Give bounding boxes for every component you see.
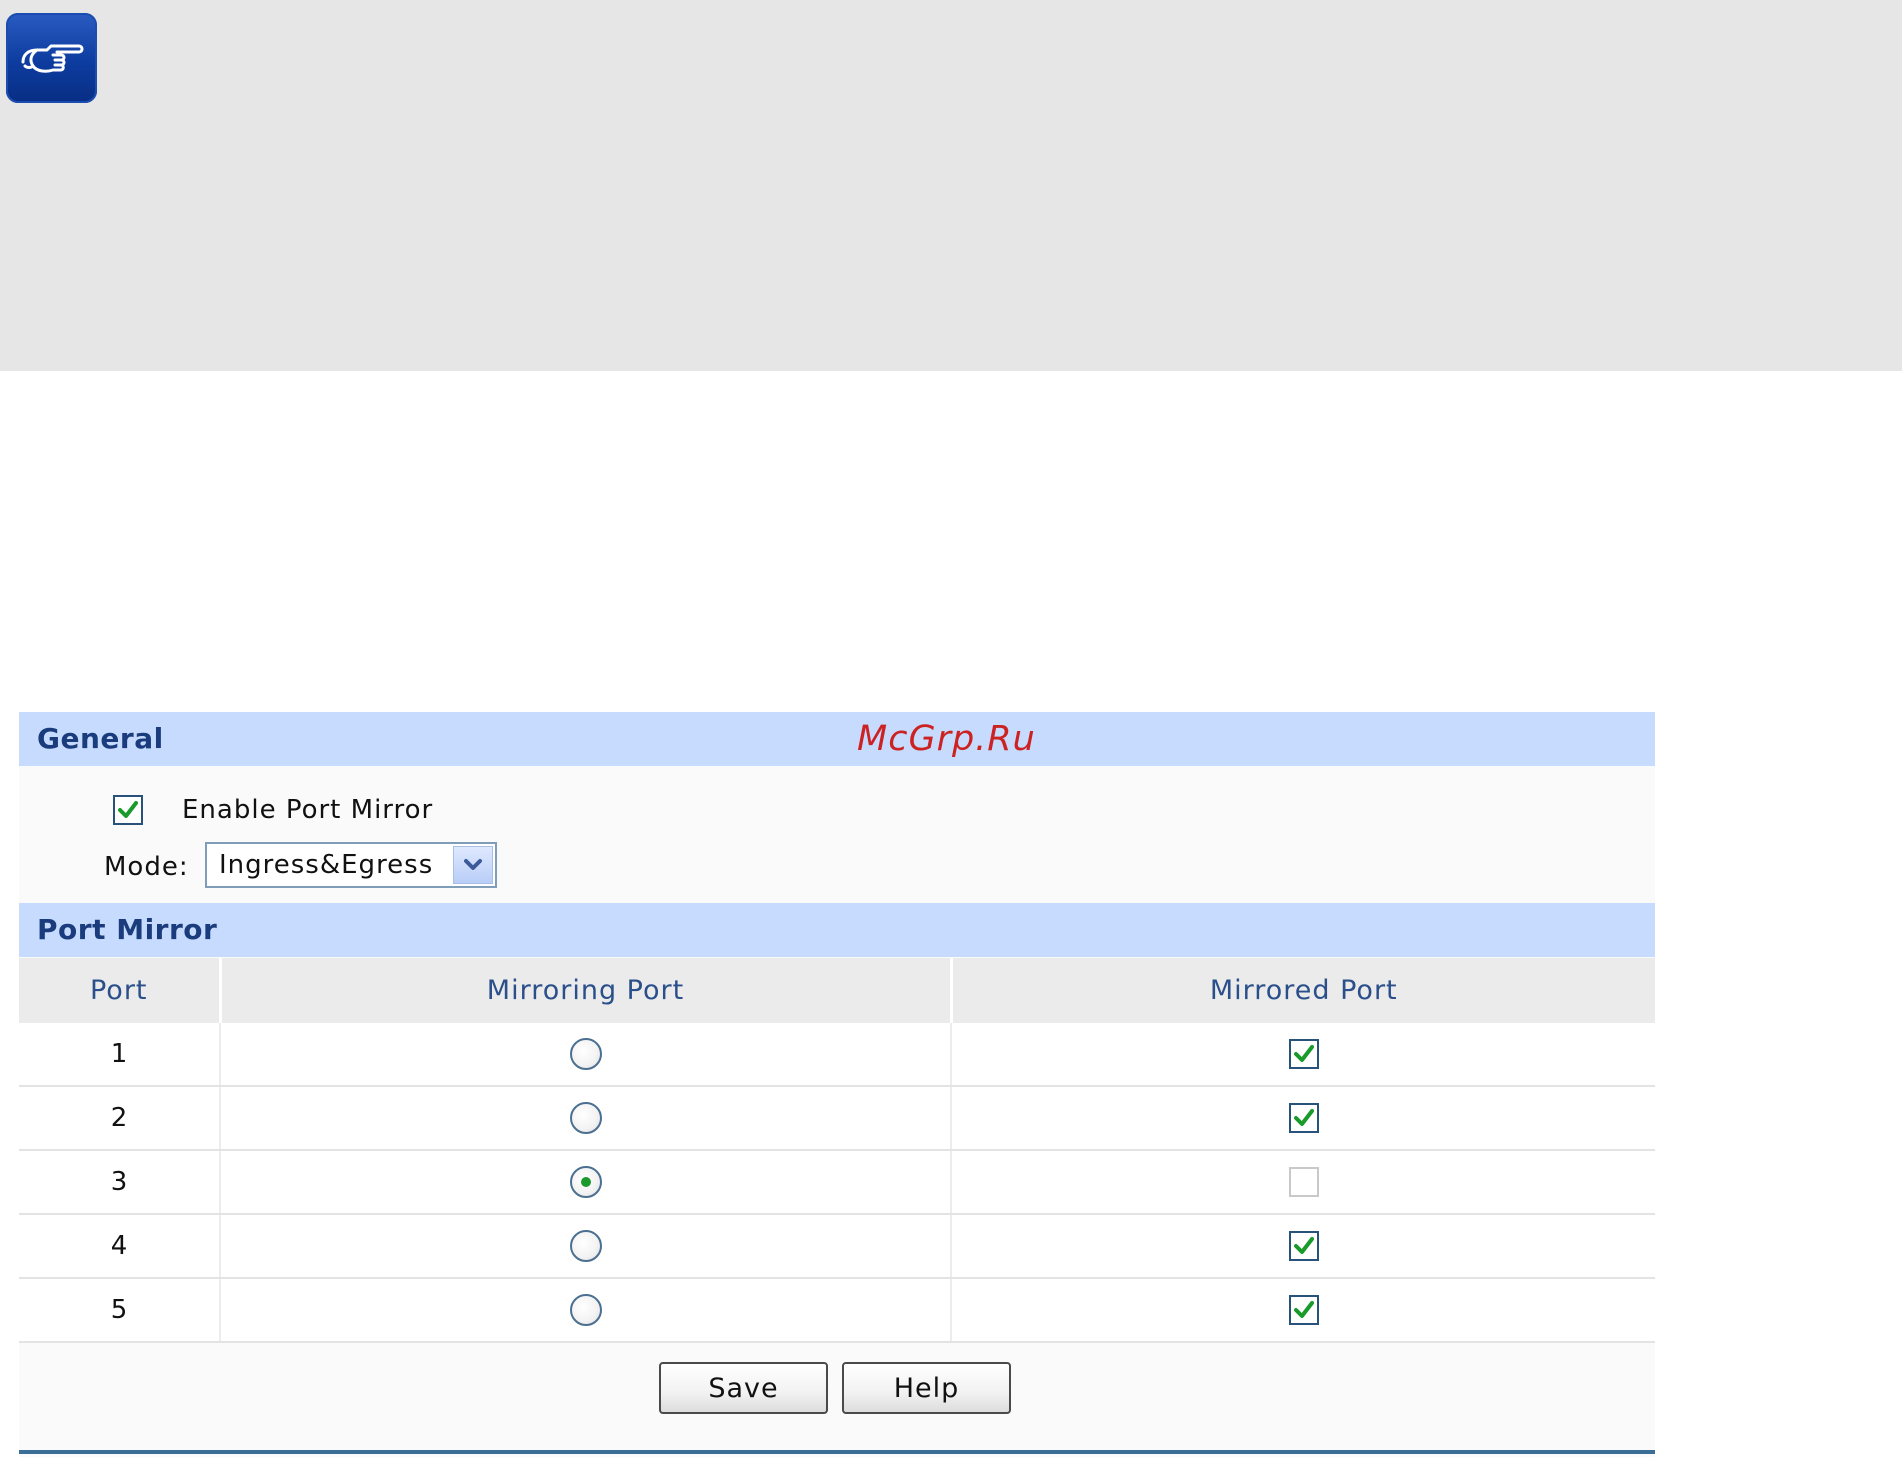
checkmark-icon bbox=[1293, 1109, 1314, 1126]
bottom-divider bbox=[19, 1450, 1655, 1454]
mirroring-port-cell bbox=[220, 1150, 952, 1215]
enable-port-mirror-label: Enable Port Mirror bbox=[182, 795, 434, 825]
port-number-cell: 2 bbox=[19, 1086, 221, 1151]
general-section-header: General bbox=[19, 712, 1655, 766]
table-row: 3 bbox=[19, 1150, 1655, 1215]
mirrored-port-checkbox[interactable] bbox=[1288, 1103, 1319, 1133]
mirroring-port-radio[interactable] bbox=[569, 1038, 602, 1070]
port-mirror-section-title: Port Mirror bbox=[37, 913, 218, 946]
port-mirror-table: Port Mirroring Port Mirrored Port 12345 bbox=[19, 958, 1655, 1343]
mirroring-port-cell bbox=[220, 1214, 952, 1279]
table-row: 1 bbox=[19, 1023, 1655, 1087]
enable-port-mirror-checkbox[interactable] bbox=[113, 795, 143, 825]
mirrored-port-checkbox[interactable] bbox=[1288, 1295, 1319, 1325]
mirrored-port-cell bbox=[951, 1150, 1655, 1215]
radio-selected-dot bbox=[580, 1177, 591, 1187]
save-button[interactable]: Save bbox=[659, 1362, 828, 1414]
mirroring-port-cell bbox=[220, 1023, 952, 1087]
port-number-cell: 5 bbox=[19, 1278, 221, 1343]
checkmark-icon bbox=[1293, 1301, 1314, 1318]
checkmark-icon bbox=[1293, 1045, 1314, 1062]
table-header-row: Port Mirroring Port Mirrored Port bbox=[19, 958, 1655, 1023]
table-row: 2 bbox=[19, 1086, 1655, 1151]
watermark: McGrp.Ru bbox=[857, 719, 1036, 759]
column-header-port: Port bbox=[19, 958, 222, 1023]
mode-select[interactable]: Ingress&Egress bbox=[205, 842, 497, 888]
checkmark-icon bbox=[1293, 1237, 1314, 1254]
port-number-cell: 4 bbox=[19, 1214, 221, 1279]
note-band bbox=[0, 0, 1902, 371]
port-mirror-section-header: Port Mirror bbox=[19, 903, 1655, 957]
mirrored-port-cell bbox=[951, 1023, 1655, 1087]
mirrored-port-cell bbox=[951, 1278, 1655, 1343]
mirrored-port-cell bbox=[951, 1086, 1655, 1151]
port-number-cell: 3 bbox=[19, 1150, 221, 1215]
mode-select-value: Ingress&Egress bbox=[219, 850, 434, 880]
mode-label: Mode: bbox=[104, 852, 189, 882]
port-number-cell: 1 bbox=[19, 1023, 221, 1087]
mirroring-port-radio[interactable] bbox=[569, 1294, 602, 1326]
table-row: 4 bbox=[19, 1214, 1655, 1279]
mirrored-port-checkbox[interactable] bbox=[1288, 1231, 1319, 1261]
help-button[interactable]: Help bbox=[842, 1362, 1011, 1414]
mirroring-port-radio[interactable] bbox=[569, 1166, 602, 1198]
checkmark-icon bbox=[118, 801, 138, 818]
mirroring-port-cell bbox=[220, 1086, 952, 1151]
mirroring-port-radio[interactable] bbox=[569, 1102, 602, 1134]
mirrored-port-checkbox[interactable] bbox=[1288, 1167, 1319, 1197]
column-header-mirrored-port: Mirrored Port bbox=[951, 958, 1655, 1023]
mirrored-port-cell bbox=[951, 1214, 1655, 1279]
mirroring-port-radio[interactable] bbox=[569, 1230, 602, 1262]
column-header-mirroring-port: Mirroring Port bbox=[220, 958, 953, 1023]
pointing-hand-icon bbox=[6, 13, 97, 103]
general-section-title: General bbox=[37, 722, 164, 755]
table-row: 5 bbox=[19, 1278, 1655, 1343]
mirroring-port-cell bbox=[220, 1278, 952, 1343]
chevron-down-icon[interactable] bbox=[453, 846, 493, 884]
mirrored-port-checkbox[interactable] bbox=[1288, 1039, 1319, 1069]
